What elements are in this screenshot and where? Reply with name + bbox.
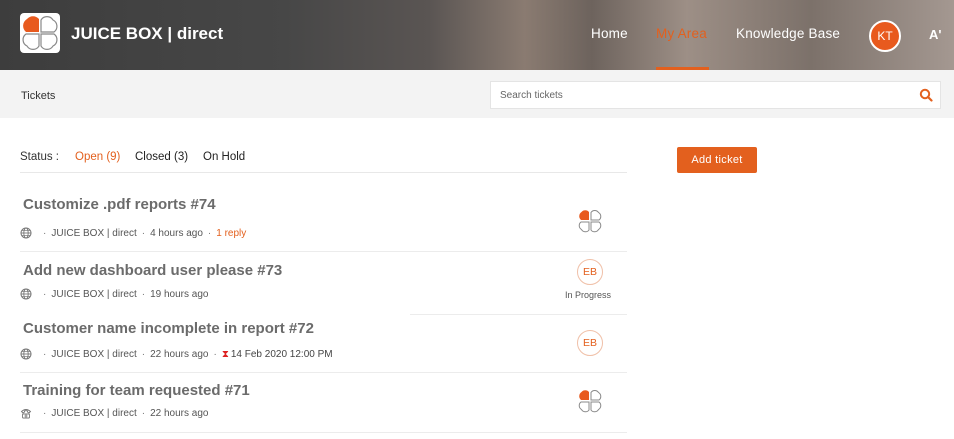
nav-home[interactable]: Home — [591, 26, 628, 41]
tab-closed[interactable]: Closed (3) — [135, 151, 188, 163]
divider — [410, 314, 627, 315]
juicebox-assignee-icon — [578, 389, 602, 413]
ticket-meta: · JUICE BOX | direct · 4 hours ago · 1 r… — [20, 227, 246, 239]
phone-icon — [20, 409, 32, 419]
divider — [20, 372, 627, 373]
juicebox-assignee-icon — [578, 209, 602, 233]
ticket-row[interactable]: Customer name incomplete in report #72 ·… — [20, 320, 627, 372]
globe-icon — [20, 227, 32, 239]
ticket-time: 4 hours ago — [150, 227, 203, 239]
ticket-time: 22 hours ago — [150, 407, 209, 419]
ticket-meta: · JUICE BOX | direct · 19 hours ago — [20, 288, 208, 300]
ticket-status: In Progress — [565, 290, 612, 300]
ticket-company: JUICE BOX | direct — [51, 407, 137, 419]
font-size-toggle[interactable]: A' — [929, 27, 941, 42]
add-ticket-button[interactable]: Add ticket — [677, 147, 757, 173]
globe-icon — [20, 348, 32, 360]
ticket-replies[interactable]: 1 reply — [216, 228, 246, 239]
ticket-row[interactable]: Add new dashboard user please #73 · JUIC… — [20, 259, 627, 314]
ticket-meta: · JUICE BOX | direct · 22 hours ago — [20, 407, 208, 419]
hourglass-icon: ⧗ — [221, 348, 229, 360]
brand-logo[interactable] — [20, 13, 60, 53]
ticket-row[interactable]: Customize .pdf reports #74 · JUICE BOX |… — [20, 196, 627, 251]
ticket-company: JUICE BOX | direct — [51, 288, 137, 300]
search-icon[interactable] — [919, 88, 933, 102]
top-header: JUICE BOX | direct Home My Area Knowledg… — [0, 0, 954, 70]
ticket-row[interactable]: Training for team requested #71 · JUICE … — [20, 382, 627, 432]
ticket-company: JUICE BOX | direct — [51, 348, 137, 360]
assignee-avatar: EB — [577, 259, 603, 285]
clover-logo-icon — [22, 16, 58, 50]
sub-bar: Tickets — [0, 70, 954, 118]
ticket-title[interactable]: Training for team requested #71 — [23, 382, 250, 399]
status-label: Status : — [20, 151, 59, 163]
search-input[interactable] — [491, 82, 911, 108]
nav-my-area[interactable]: My Area — [656, 26, 707, 41]
divider — [20, 432, 627, 433]
search-box — [490, 81, 941, 109]
ticket-time: 19 hours ago — [150, 288, 209, 300]
ticket-due-date: 14 Feb 2020 12:00 PM — [230, 348, 333, 360]
ticket-meta: · JUICE BOX | direct · 22 hours ago · ⧗ … — [20, 348, 333, 360]
assignee-avatar: EB — [577, 330, 603, 356]
tab-on-hold[interactable]: On Hold — [203, 151, 245, 163]
tab-open[interactable]: Open (9) — [75, 151, 120, 163]
ticket-time: 22 hours ago — [150, 348, 209, 360]
ticket-title[interactable]: Customize .pdf reports #74 — [23, 196, 216, 213]
brand-name[interactable]: JUICE BOX | direct — [71, 24, 223, 44]
breadcrumb[interactable]: Tickets — [21, 90, 55, 102]
user-avatar[interactable]: KT — [869, 20, 901, 52]
ticket-title[interactable]: Add new dashboard user please #73 — [23, 262, 282, 279]
globe-icon — [20, 288, 32, 300]
ticket-company: JUICE BOX | direct — [51, 227, 137, 239]
divider — [20, 172, 627, 173]
nav-knowledge-base[interactable]: Knowledge Base — [736, 26, 840, 41]
divider — [20, 251, 627, 252]
ticket-title[interactable]: Customer name incomplete in report #72 — [23, 320, 314, 337]
